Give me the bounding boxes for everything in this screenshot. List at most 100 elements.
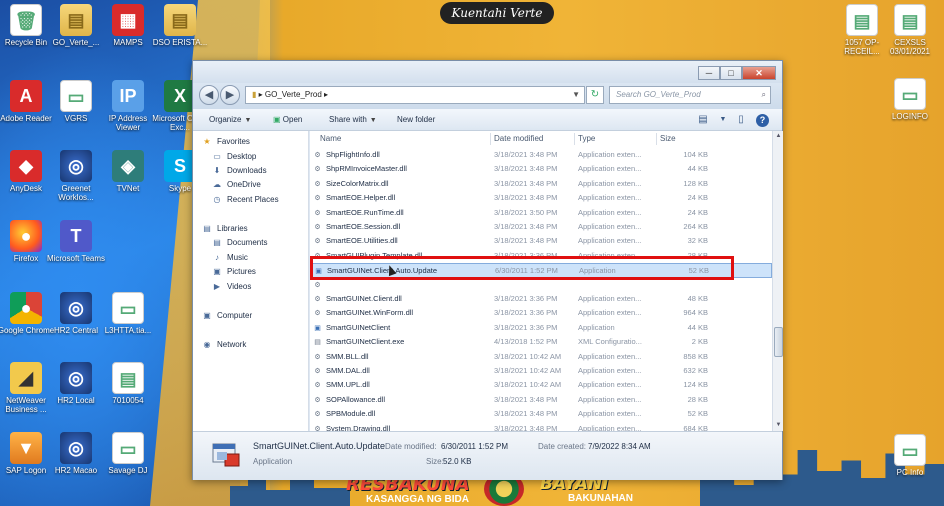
nav-item[interactable]: ☁ OneDrive xyxy=(211,178,261,192)
file-row[interactable]: ⚙ SmartGUINet.Client.dll 3/18/2021 3:36 PM… xyxy=(310,292,772,306)
title-bar[interactable]: ─ □ ✕ xyxy=(193,61,782,83)
dll-file-icon: ⚙ xyxy=(314,180,321,188)
view-options-icon[interactable]: ▤ xyxy=(695,112,711,128)
nav-item[interactable]: ▤ Documents xyxy=(211,236,267,250)
file-name: SPBModule.dll xyxy=(326,409,376,419)
desktop-icon[interactable]: ▤ DSO ERISTA... xyxy=(150,4,210,47)
nav-item-icon: ☁ xyxy=(213,179,221,189)
close-icon[interactable]: ✕ xyxy=(742,66,776,80)
scroll-thumb[interactable] xyxy=(774,327,783,357)
file-row[interactable]: ⚙ SmartEOE.Session.dll 3/18/2021 3:48 PM Ap… xyxy=(310,220,772,234)
preview-pane-icon[interactable]: ▯ xyxy=(733,112,749,128)
dll-file-icon: ⚙ xyxy=(314,224,321,231)
nav-item[interactable]: ▣ Computer xyxy=(201,309,252,323)
nav-item[interactable]: ▶ Videos xyxy=(211,280,251,294)
search-input[interactable]: Search GO_Verte_Prod ⌕ xyxy=(609,86,771,104)
organize-button[interactable]: Organize ▼ xyxy=(209,112,251,128)
nav-item-icon: ▶ xyxy=(213,281,221,291)
minimize-icon[interactable]: ─ xyxy=(698,66,720,80)
desktop-icon-label: IP Address Viewer xyxy=(108,114,148,132)
file-row[interactable]: ⚙ SMM.UPL.dll 3/18/2021 10:42 AM Applicatio… xyxy=(310,378,772,392)
file-row[interactable]: ⚙ SmartGUIPlugin.Template.dll 3/18/2021 3:… xyxy=(310,249,772,263)
chevron-down-icon[interactable]: ▼ xyxy=(715,112,731,128)
file-date: 6/30/2011 1:52 PM xyxy=(495,266,558,276)
open-button[interactable]: ▣ Open xyxy=(273,112,302,128)
desktop-icon[interactable]: ▤ CEXSLS 03/01/2021 xyxy=(880,4,940,56)
maximize-icon[interactable]: □ xyxy=(720,66,742,80)
nav-item[interactable]: ▣ Pictures xyxy=(211,265,256,279)
desktop-icon[interactable]: ◎ HR2 Central xyxy=(46,292,106,335)
desktop-icon[interactable]: ◈ TVNet xyxy=(98,150,158,193)
desktop-icon-glyph: ▭ xyxy=(60,80,92,112)
desktop-icon-label: DSO ERISTA... xyxy=(152,38,208,47)
file-name: SOPAllowance.dll xyxy=(326,394,386,404)
desktop-icon[interactable]: ▭ L3HTTA.tia... xyxy=(98,292,158,335)
nav-item-icon: ⬇ xyxy=(213,165,221,175)
desktop-icon-glyph: ● xyxy=(10,292,42,324)
file-name: SMM.UPL.dll xyxy=(326,380,370,390)
column-divider[interactable] xyxy=(490,133,491,145)
breadcrumb[interactable]: GO_Verte_Prod xyxy=(265,90,322,99)
column-header-type[interactable]: Type xyxy=(578,131,595,147)
desktop-icon[interactable]: ▭ PC Info xyxy=(880,434,940,477)
nav-item[interactable]: ◉ Network xyxy=(201,338,247,352)
address-bar[interactable]: ▮ ▸ GO_Verte_Prod ▸ ▼ xyxy=(245,86,585,104)
file-row[interactable]: ⚙ SMM.DAL.dll 3/18/2021 10:42 AM Applicatio… xyxy=(310,364,772,378)
file-name: SmartGUINet.Client.dll xyxy=(326,294,402,303)
column-header-name[interactable]: Name xyxy=(320,131,341,147)
file-row[interactable]: ⚙ SOPAllowance.dll 3/18/2021 3:48 PM Applic… xyxy=(310,393,772,407)
file-row[interactable]: ⚙ SmartEOE.RunTime.dll 3/18/2021 3:50 PM Ap… xyxy=(310,206,772,220)
file-row[interactable]: ▣ SmartGUINet.Client.Auto.Update 6/30/2011… xyxy=(310,263,772,278)
file-row[interactable]: ▤ SmartGUINetClient.exe 4/13/2018 1:52 PM X… xyxy=(310,335,772,349)
desktop-icon[interactable]: ▭ LOGINFO xyxy=(880,78,940,121)
column-header-date[interactable]: Date modified xyxy=(494,131,543,147)
dll-file-icon: ⚙ xyxy=(314,152,321,159)
desktop-icon[interactable]: T Microsoft Teams xyxy=(46,220,106,263)
file-row[interactable]: ⚙ SPBModule.dll 3/18/2021 3:48 PM Applicati… xyxy=(310,407,772,421)
nav-item[interactable]: ▭ Desktop xyxy=(211,150,256,164)
file-row[interactable]: ⚙ SmartEOE.Helper.dll 3/18/2021 3:48 PM App… xyxy=(310,191,772,205)
column-divider[interactable] xyxy=(574,133,575,145)
file-row[interactable]: ⚙ System.Drawing.dll 3/18/2021 3:48 PM Appl… xyxy=(310,422,772,431)
chevron-down-icon[interactable]: ▼ xyxy=(572,87,580,103)
new-folder-button[interactable]: New folder xyxy=(397,112,435,128)
nav-item[interactable]: ♪ Music xyxy=(211,251,248,265)
refresh-icon[interactable]: ↻ xyxy=(586,86,604,104)
file-row[interactable]: ▣ SmartGUINetClient 3/18/2021 3:36 PM Appli… xyxy=(310,321,772,335)
desktop-icon[interactable]: IP IP Address Viewer xyxy=(98,80,158,132)
vertical-scrollbar[interactable]: ▲ ▼ xyxy=(772,131,783,431)
file-date: 4/13/2018 1:52 PM xyxy=(494,337,558,347)
share-with-button[interactable]: Share with ▼ xyxy=(329,112,377,128)
file-date: 3/18/2021 3:48 PM xyxy=(494,193,558,203)
scroll-up-icon[interactable]: ▲ xyxy=(774,132,783,141)
file-row[interactable]: ⚙ SizeColorMatrix.dll 3/18/2021 3:48 PM App… xyxy=(310,177,772,191)
desktop-icon[interactable]: ◎ Greenet Worklos... xyxy=(46,150,106,202)
forward-icon[interactable]: ▶ xyxy=(220,85,240,105)
desktop-icon[interactable]: ◎ HR2 Local xyxy=(46,362,106,405)
file-row[interactable]: ⚙ SmartEOE.Utilities.dll 3/18/2021 3:48 PM… xyxy=(310,234,772,248)
nav-item[interactable]: ⬇ Downloads xyxy=(211,164,267,178)
back-icon[interactable]: ◀ xyxy=(199,85,219,105)
file-row[interactable]: ⚙ xyxy=(310,278,772,292)
desktop-icon-glyph: ◢ xyxy=(10,362,42,394)
file-row[interactable]: ⚙ ShpFlightInfo.dll 3/18/2021 3:48 PM Appli… xyxy=(310,148,772,162)
desktop-icon[interactable]: ▤ GO_Verte_... xyxy=(46,4,106,47)
desktop-icon[interactable]: ◎ HR2 Macao xyxy=(46,432,106,475)
desktop-icon[interactable]: ▭ VGRS xyxy=(46,80,106,123)
scroll-down-icon[interactable]: ▼ xyxy=(774,421,783,430)
nav-item[interactable]: ◷ Recent Places xyxy=(211,193,279,207)
file-row[interactable]: ⚙ SMM.BLL.dll 3/18/2021 10:42 AM Applicatio… xyxy=(310,350,772,364)
desktop-icon[interactable]: ▭ Savage DJ xyxy=(98,432,158,475)
help-icon[interactable]: ? xyxy=(756,114,769,127)
file-size: 264 KB xyxy=(683,222,708,231)
dll-file-icon: ⚙ xyxy=(314,296,321,303)
column-divider[interactable] xyxy=(656,133,657,145)
desktop-icon[interactable]: ▦ MAMPS xyxy=(98,4,158,47)
file-row[interactable]: ⚙ ShpRMInvoiceMaster.dll 3/18/2021 3:48 PM… xyxy=(310,162,772,176)
nav-item[interactable]: ★ Favorites xyxy=(201,135,250,149)
nav-item[interactable]: ▤ Libraries xyxy=(201,222,247,236)
file-row[interactable]: ⚙ SmartGUINet.WinForm.dll 3/18/2021 3:36 P… xyxy=(310,306,772,320)
column-header-size[interactable]: Size xyxy=(660,131,676,147)
desktop-icon[interactable]: ▤ 7010054 xyxy=(98,362,158,405)
desktop-icon-glyph: IP xyxy=(112,80,144,112)
